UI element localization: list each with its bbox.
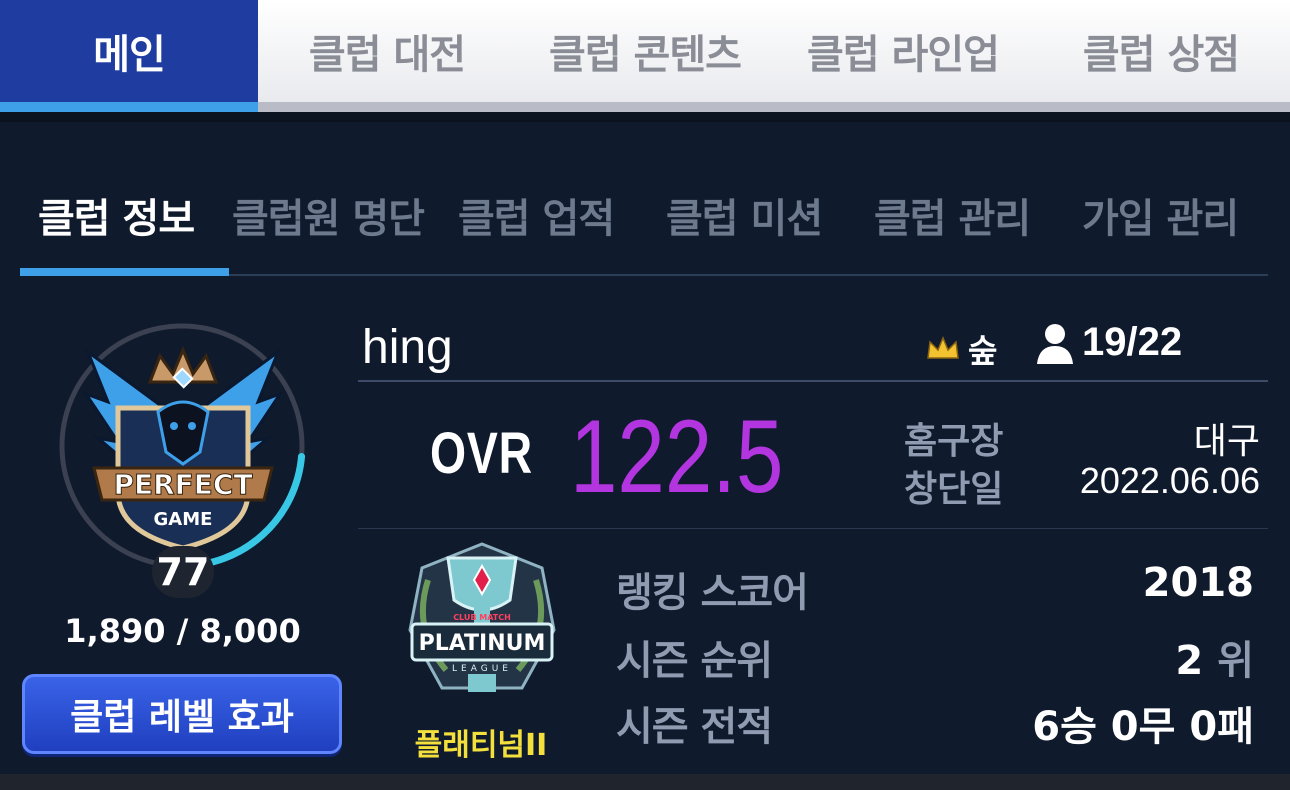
founded-date-value: 2022.06.06 xyxy=(1079,460,1260,501)
subtab-club-achievements[interactable]: 클럽 업적 xyxy=(458,186,615,244)
season-rank-value: 2 xyxy=(1175,638,1204,684)
season-record-label: 시즌 전적 xyxy=(616,704,773,750)
emblem-text-perfect: PERFECT xyxy=(113,468,252,501)
founded-date-label: 창단일 xyxy=(904,469,1004,510)
ovr-value: 122.5 xyxy=(570,399,784,515)
subtab-member-list[interactable]: 클럽원 명단 xyxy=(232,186,425,244)
emblem-text-game: GAME xyxy=(154,509,213,530)
subtab-club-missions[interactable]: 클럽 미션 xyxy=(666,186,823,244)
crown-icon xyxy=(927,336,959,359)
tab-main[interactable]: 메인 xyxy=(0,0,258,112)
member-count: 19/22 xyxy=(1036,320,1182,365)
tab-club-content[interactable]: 클럽 콘텐츠 xyxy=(516,0,774,102)
ranking-score-label: 랭킹 스코어 xyxy=(616,570,809,616)
sub-tab-bar: 클럽 정보 클럽원 명단 클럽 업적 클럽 미션 클럽 관리 가입 관리 xyxy=(20,170,1268,276)
ovr-label: OVR xyxy=(430,421,533,486)
subtab-join-manage[interactable]: 가입 관리 xyxy=(1082,186,1239,244)
season-rank-unit: 위 xyxy=(1217,638,1254,684)
season-rank-label: 시즌 순위 xyxy=(616,638,773,684)
tab-club-battle[interactable]: 클럽 대전 xyxy=(258,0,516,102)
subtab-club-manage[interactable]: 클럽 관리 xyxy=(874,186,1031,244)
home-stadium-value: 대구 xyxy=(1193,420,1260,461)
club-leader: 숲 xyxy=(926,326,997,372)
active-tab-indicator xyxy=(20,268,229,276)
club-exp-text: 1,890 / 8,000 xyxy=(64,612,301,650)
club-name: hing xyxy=(362,321,453,374)
season-record-value: 6승 0무 0패 xyxy=(1032,704,1254,750)
club-level-badge: 77 xyxy=(152,546,214,598)
badge-tier-text: PLATINUM xyxy=(419,631,546,656)
badge-small-text: CLUB MATCH xyxy=(453,613,511,622)
league-tier-name: 플래티넘II xyxy=(414,728,548,763)
club-leader-name: 숲 xyxy=(968,332,998,370)
subtab-club-info[interactable]: 클럽 정보 xyxy=(38,186,195,244)
bottom-strip xyxy=(0,774,1290,790)
member-count-value: 19/22 xyxy=(1082,320,1183,364)
platinum-trophy-icon: CLUB MATCH PLATINUM LEAGUE xyxy=(408,542,556,692)
header-divider xyxy=(358,380,1268,382)
club-emblem: PERFECT GAME xyxy=(56,320,308,572)
tab-club-shop[interactable]: 클럽 상점 xyxy=(1032,0,1290,102)
emblem-logo-icon: PERFECT GAME xyxy=(82,346,284,551)
badge-league-text: LEAGUE xyxy=(452,664,512,674)
club-level-effect-button[interactable]: 클럽 레벨 효과 xyxy=(22,674,342,754)
section-divider xyxy=(358,528,1268,529)
ranking-score-value: 2018 xyxy=(1142,560,1254,606)
league-badge: CLUB MATCH PLATINUM LEAGUE xyxy=(402,540,562,700)
person-icon xyxy=(1037,323,1073,364)
season-rank: 2 위 xyxy=(1175,628,1254,686)
tab-club-lineup[interactable]: 클럽 라인업 xyxy=(774,0,1032,102)
main-nav: 메인 클럽 대전 클럽 콘텐츠 클럽 라인업 클럽 상점 xyxy=(0,0,1290,112)
home-stadium-label: 홈구장 xyxy=(904,421,1004,462)
